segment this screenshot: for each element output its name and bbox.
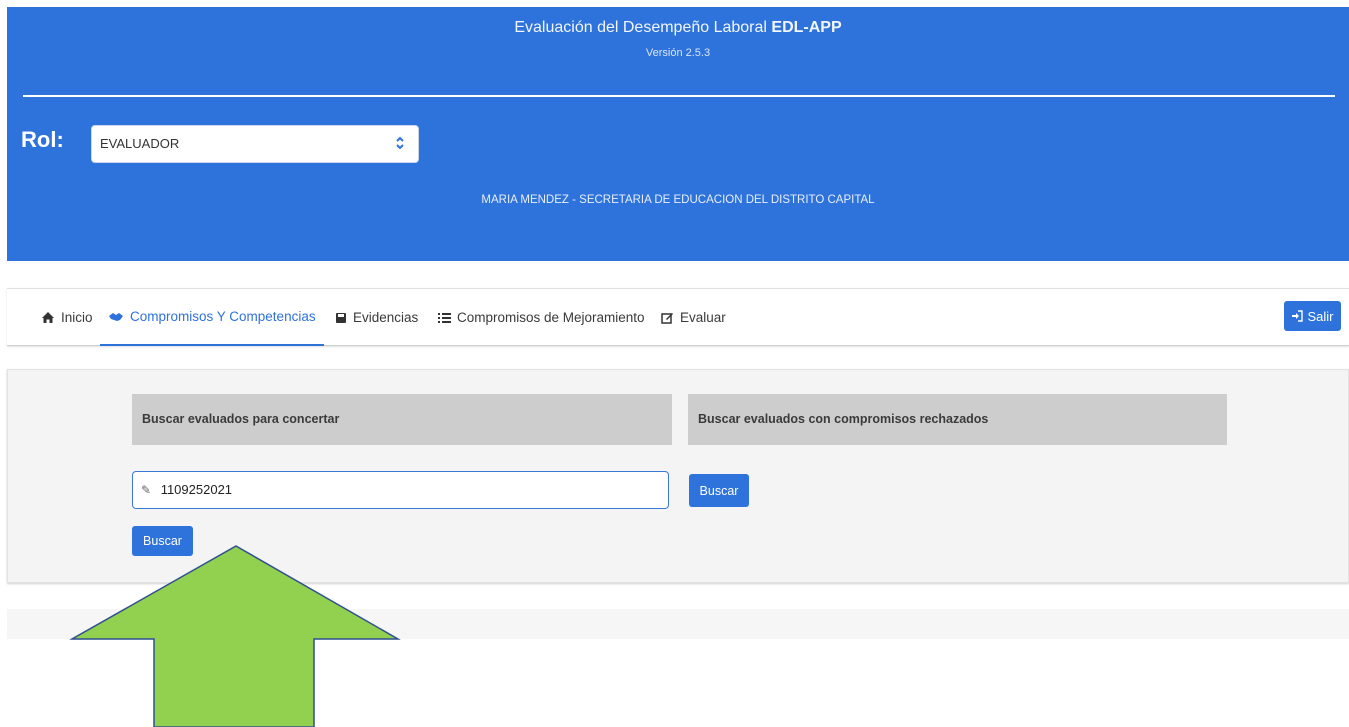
search-concertar-button[interactable]: Buscar: [132, 526, 193, 556]
rol-select-value: EVALUADOR: [100, 136, 180, 151]
nav-item-label: Evidencias: [353, 310, 419, 325]
save-icon: [336, 312, 346, 323]
app-title-text: Evaluación del Desempeño Laboral: [514, 19, 772, 36]
nav-item-evaluar[interactable]: Evaluar: [661, 289, 726, 346]
document-search-input[interactable]: ✎ 1109252021: [132, 471, 669, 509]
search-panel: Buscar evaluados para concertar Buscar e…: [7, 369, 1349, 583]
main-nav: Inicio Compromisos Y Competencias Eviden…: [7, 288, 1349, 346]
app-title: Evaluación del Desempeño Laboral EDL-APP: [7, 19, 1349, 37]
logout-button[interactable]: Salir: [1284, 301, 1341, 331]
document-search-value: 1109252021: [160, 482, 233, 497]
user-institution: MARIA MENDEZ - SECRETARIA DE EDUCACION D…: [481, 194, 875, 206]
header-divider: [23, 95, 1335, 97]
nav-item-label: Inicio: [61, 310, 93, 325]
nav-item-compromisos-mejoramiento[interactable]: Compromisos de Mejoramiento: [438, 289, 645, 346]
app-header: Evaluación del Desempeño Laboral EDL-APP…: [7, 7, 1349, 261]
nav-item-label: Evaluar: [680, 310, 726, 325]
nav-item-label: Compromisos de Mejoramiento: [457, 310, 645, 325]
nav-item-compromisos-competencias[interactable]: Compromisos Y Competencias: [100, 289, 324, 346]
content-strip: [7, 609, 1349, 639]
nav-item-evidencias[interactable]: Evidencias: [335, 289, 418, 346]
handshake-icon: [109, 312, 123, 321]
app-version: Versión 2.5.3: [645, 47, 711, 59]
chevron-updown-icon: [396, 136, 404, 150]
edit-icon: [661, 313, 673, 324]
nav-item-inicio[interactable]: Inicio: [41, 289, 93, 346]
edit-icon: ✎: [141, 483, 152, 497]
list-icon: [438, 312, 451, 323]
rol-select[interactable]: EVALUADOR: [91, 125, 419, 163]
search-rejected-button[interactable]: Buscar: [689, 474, 749, 507]
app-name: EDL-APP: [771, 19, 842, 36]
sign-in-icon: [1292, 310, 1304, 322]
heading-rechazados: Buscar evaluados con compromisos rechaza…: [688, 394, 1227, 445]
home-icon: [42, 312, 54, 323]
heading-concertar: Buscar evaluados para concertar: [132, 394, 672, 445]
logout-label: Salir: [1307, 308, 1334, 324]
rol-label: Rol:: [21, 127, 64, 152]
nav-item-label: Compromisos Y Competencias: [130, 309, 316, 324]
